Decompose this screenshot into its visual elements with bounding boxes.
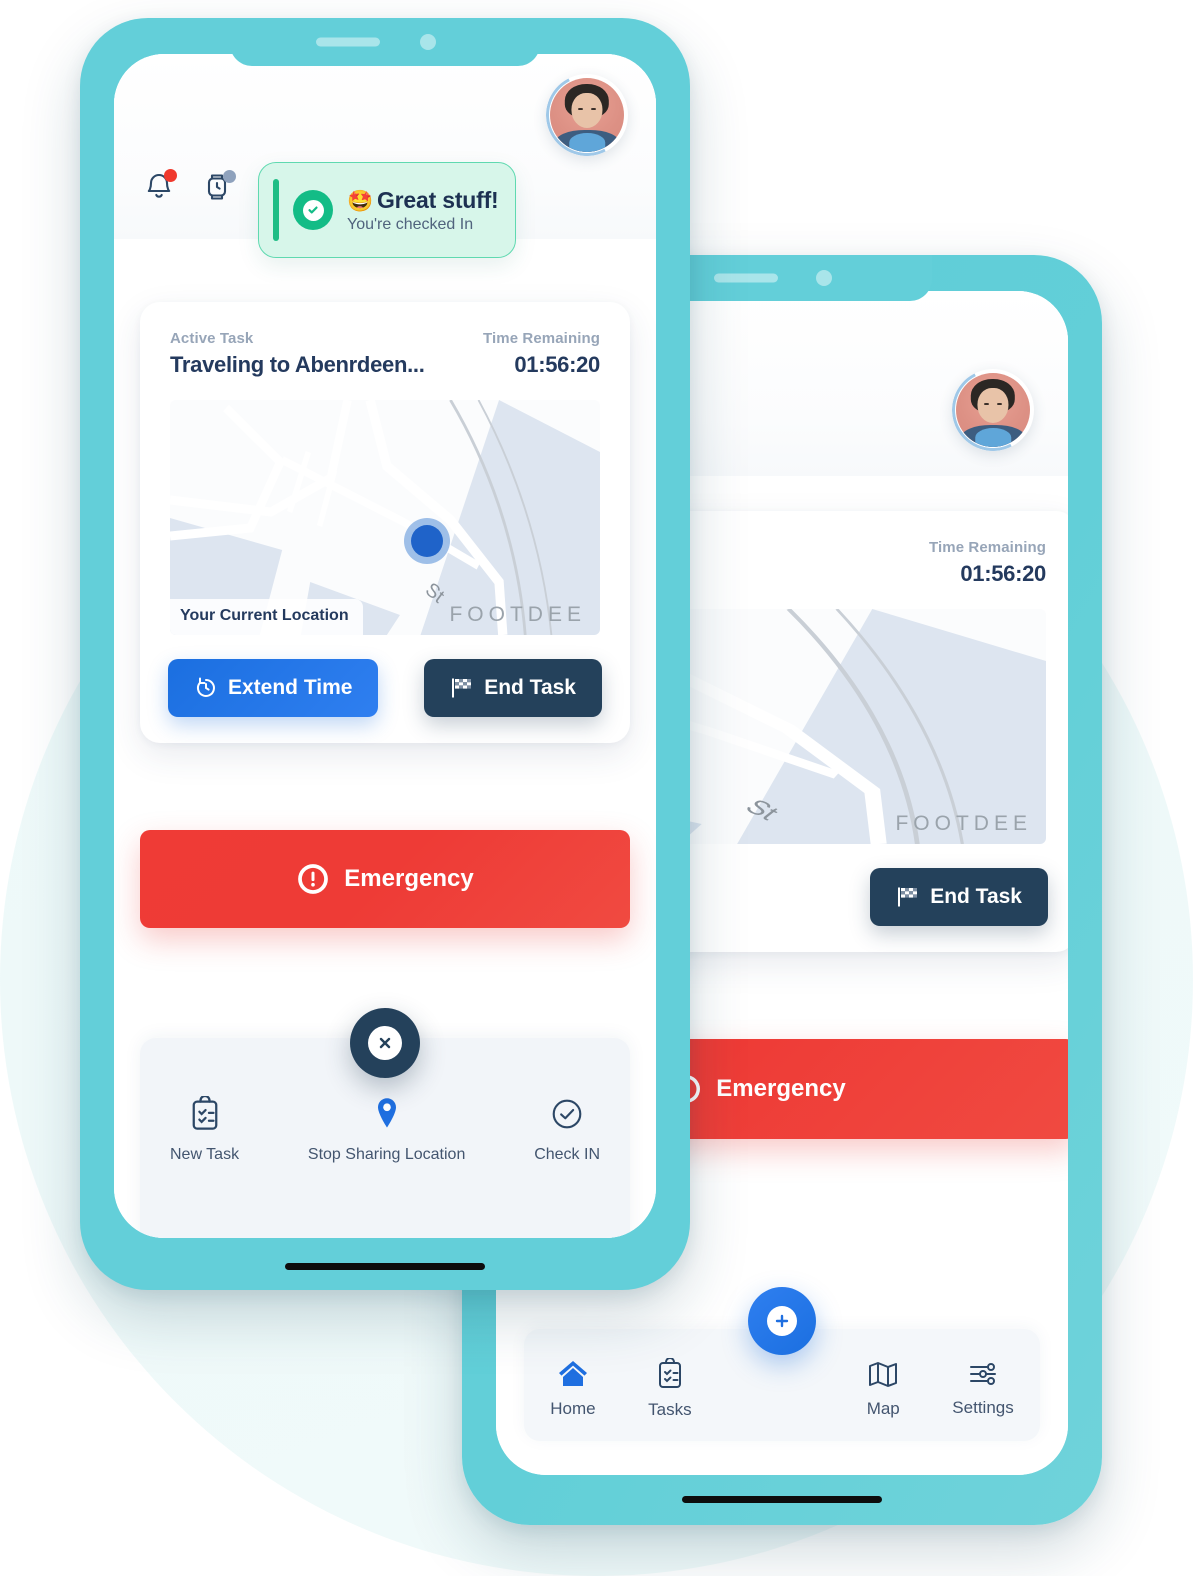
avatar-eye-right <box>997 402 1002 406</box>
avatar-eye-left <box>578 107 583 111</box>
front-phone-location-dot <box>404 518 450 564</box>
front-phone-home-indicator[interactable] <box>285 1263 485 1270</box>
alert-circle-icon <box>298 864 329 894</box>
back-phone-speaker <box>714 273 778 283</box>
toast-accent-bar <box>273 179 279 241</box>
front-phone-screen: 🤩 Great stuff! You're checked In Active T… <box>114 54 656 1238</box>
checkin-toast[interactable]: 🤩 Great stuff! You're checked In <box>258 162 516 258</box>
smartwatch-icon[interactable] <box>200 170 236 204</box>
bottom-nav-label-map: Map <box>866 1399 900 1418</box>
front-phone-task-card: Active Task Traveling to Abenrdeen... Ti… <box>140 302 630 743</box>
toast-subtitle: You're checked In <box>347 215 474 233</box>
check-circle-outline-icon <box>552 1099 582 1129</box>
avatar-photo <box>550 78 624 152</box>
bottom-nav-label-tasks: Tasks <box>648 1400 692 1419</box>
back-phone-time-label: Time Remaining <box>929 539 1046 556</box>
emergency-button[interactable]: Emergency <box>140 830 630 928</box>
star-struck-emoji: 🤩 <box>347 189 373 213</box>
action-stop-sharing-label: Stop Sharing Location <box>307 1146 466 1163</box>
front-phone-speaker <box>315 37 380 47</box>
front-phone-time-remaining: Time Remaining 01:56:20 <box>483 330 600 378</box>
close-fab-inner <box>368 1026 402 1060</box>
check-circle-icon <box>293 190 333 230</box>
avatar-eye-right <box>591 107 596 111</box>
bottom-nav-label-settings: Settings <box>952 1398 1014 1417</box>
front-phone-avatar[interactable] <box>546 74 628 156</box>
smartwatch-badge <box>223 170 236 183</box>
extend-time-button[interactable]: Extend Time <box>168 659 379 717</box>
front-phone-map[interactable]: St Your Current Location FOOTDEE <box>170 400 600 635</box>
bell-icon[interactable] <box>142 169 177 204</box>
clipboard-check-icon <box>192 1096 217 1130</box>
toast-title-row: 🤩 Great stuff! <box>347 187 499 214</box>
back-phone-time-value: 01:56:20 <box>960 561 1046 586</box>
front-phone-active-task: Active Task Traveling to Abenrdeen... <box>170 330 425 378</box>
checkered-flag-icon <box>452 678 472 698</box>
action-check-in[interactable]: Check IN <box>534 1096 600 1164</box>
action-stop-sharing-location[interactable]: Stop Sharing Location <box>308 1096 465 1164</box>
back-phone-time-remaining: Time Remaining 01:56:20 <box>929 539 1046 587</box>
time-remaining-value: 01:56:20 <box>514 352 600 377</box>
front-phone-screen-body: 🤩 Great stuff! You're checked In Active T… <box>114 54 656 1238</box>
front-phone-notch <box>230 18 540 66</box>
check-circle-inner <box>302 199 324 221</box>
action-new-task-label: New Task <box>170 1146 240 1163</box>
back-phone-home-indicator[interactable] <box>682 1496 882 1503</box>
action-new-task[interactable]: New Task <box>170 1096 239 1164</box>
add-task-fab[interactable] <box>748 1287 816 1355</box>
front-phone-card-header: Active Task Traveling to Abenrdeen... Ti… <box>140 302 630 378</box>
avatar-collar <box>569 132 605 152</box>
avatar-photo <box>956 373 1030 447</box>
bottom-nav-item-settings[interactable]: Settings <box>952 1352 1014 1418</box>
map-pin-icon <box>377 1098 396 1128</box>
avatar-eye-left <box>984 402 989 406</box>
back-phone-camera <box>816 270 832 286</box>
back-phone-emergency-label: Emergency <box>716 1075 846 1102</box>
avatar-face <box>977 387 1009 424</box>
bottom-nav-item-home[interactable]: Home <box>550 1351 596 1419</box>
avatar-face <box>571 92 603 129</box>
map-fold-icon <box>869 1362 898 1387</box>
sliders-icon <box>970 1363 997 1385</box>
front-phone-card-buttons: Extend Time End Task <box>140 635 630 743</box>
header-icon-row <box>142 169 236 204</box>
checkered-flag-icon <box>898 887 918 907</box>
map-area-label: FOOTDEE <box>449 603 586 626</box>
time-remaining-label: Time Remaining <box>483 330 600 347</box>
toast-text: 🤩 Great stuff! You're checked In <box>347 187 499 234</box>
clipboard-check-icon <box>658 1358 681 1388</box>
front-phone-mockup: 🤩 Great stuff! You're checked In Active T… <box>80 18 690 1290</box>
timer-icon <box>197 677 215 697</box>
back-phone-end-label: End Task <box>930 885 1022 908</box>
toast-title: Great stuff! <box>376 186 499 213</box>
front-phone-camera <box>420 34 437 50</box>
active-task-label: Active Task <box>170 330 254 347</box>
active-task-title: Traveling to Abenrdeen... <box>170 352 425 377</box>
back-phone-map-area-label: FOOTDEE <box>895 812 1032 835</box>
emergency-label: Emergency <box>344 865 474 892</box>
plus-icon <box>775 1314 789 1328</box>
avatar-collar <box>975 427 1011 447</box>
bottom-nav-item-map[interactable]: Map <box>867 1351 900 1419</box>
check-mark-icon <box>308 206 318 214</box>
bell-badge <box>164 169 177 182</box>
bottom-nav-item-tasks[interactable]: Tasks <box>648 1350 692 1420</box>
bottom-nav-label-home: Home <box>550 1399 596 1418</box>
extend-time-label: Extend Time <box>228 676 353 699</box>
action-check-in-label: Check IN <box>534 1146 600 1163</box>
end-task-button[interactable]: End Task <box>424 659 602 717</box>
home-icon <box>558 1361 587 1386</box>
current-location-chip: Your Current Location <box>170 599 363 635</box>
add-fab-inner <box>767 1306 797 1336</box>
close-action-sheet-button[interactable] <box>350 1008 420 1078</box>
back-phone-end-task-button[interactable]: End Task <box>870 868 1048 926</box>
close-x-icon <box>379 1037 391 1049</box>
end-task-label: End Task <box>484 676 576 699</box>
back-phone-avatar[interactable] <box>952 369 1034 451</box>
composition-stage: . nrdeen... Time Remaining 01:56:20 <box>0 0 1200 1576</box>
